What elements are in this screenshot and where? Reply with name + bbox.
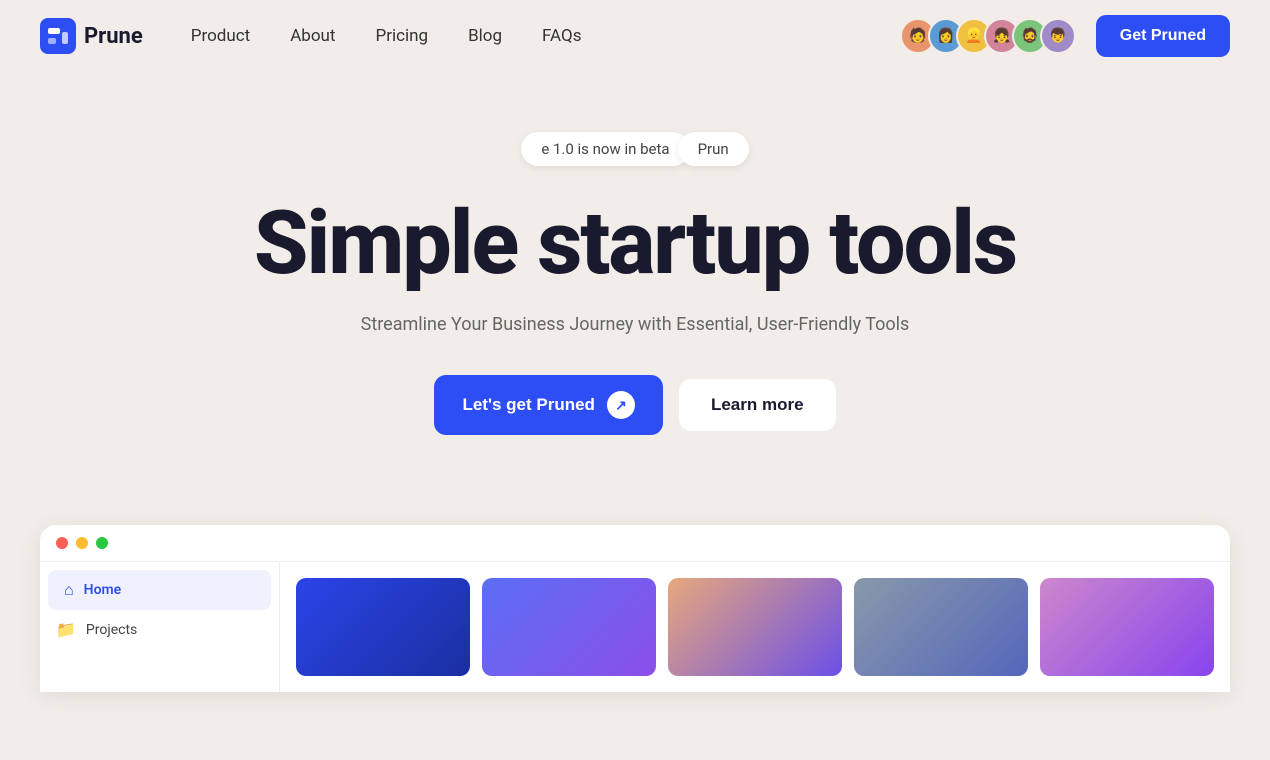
- app-titlebar: [40, 525, 1230, 562]
- beta-badge-left: e 1.0 is now in beta: [521, 132, 689, 166]
- nav-item-faqs[interactable]: FAQs: [542, 26, 581, 46]
- cta-primary-button[interactable]: Let's get Pruned ↗: [434, 375, 663, 435]
- content-card-4: [854, 578, 1028, 676]
- avatar: 👦: [1040, 18, 1076, 54]
- logo-icon: [40, 18, 76, 54]
- content-card-5: [1040, 578, 1214, 676]
- content-card-1: [296, 578, 470, 676]
- cta-arrow-icon: ↗: [607, 391, 635, 419]
- logo-text: Prune: [84, 24, 143, 49]
- content-card-2: [482, 578, 656, 676]
- app-preview: ⌂ Home 📁 Projects: [40, 525, 1230, 692]
- logo-link[interactable]: Prune: [40, 18, 143, 54]
- nav-link-about[interactable]: About: [290, 26, 335, 46]
- navbar: Prune Product About Pricing Blog FAQs 🧑: [0, 0, 1270, 72]
- hero-title: Simple startup tools: [254, 198, 1016, 290]
- content-card-3: [668, 578, 842, 676]
- titlebar-dot-green: [96, 537, 108, 549]
- nav-link-blog[interactable]: Blog: [468, 26, 502, 46]
- folder-icon: 📁: [56, 620, 76, 639]
- hero-buttons: Let's get Pruned ↗ Learn more: [434, 375, 835, 435]
- sidebar-item-projects[interactable]: 📁 Projects: [40, 610, 279, 649]
- nav-item-blog[interactable]: Blog: [468, 26, 502, 46]
- home-icon: ⌂: [64, 580, 74, 600]
- titlebar-dot-yellow: [76, 537, 88, 549]
- nav-links: Product About Pricing Blog FAQs: [191, 26, 582, 46]
- app-body: ⌂ Home 📁 Projects: [40, 562, 1230, 692]
- beta-badge-right: Prun: [678, 132, 749, 166]
- nav-right: 🧑 👩 👱 👧 🧔 👦 Get Pruned: [900, 15, 1230, 57]
- nav-item-about[interactable]: About: [290, 26, 335, 46]
- nav-link-product[interactable]: Product: [191, 26, 250, 46]
- hero-subtitle: Streamline Your Business Journey with Es…: [361, 314, 910, 335]
- hero-section: e 1.0 is now in beta Prun Simple startup…: [0, 72, 1270, 475]
- nav-link-faqs[interactable]: FAQs: [542, 26, 581, 46]
- app-sidebar: ⌂ Home 📁 Projects: [40, 562, 280, 692]
- beta-badge-container: e 1.0 is now in beta Prun: [521, 132, 748, 166]
- avatar-group: 🧑 👩 👱 👧 🧔 👦: [900, 18, 1076, 54]
- nav-left: Prune Product About Pricing Blog FAQs: [40, 18, 582, 54]
- get-pruned-button[interactable]: Get Pruned: [1096, 15, 1230, 57]
- cta-secondary-button[interactable]: Learn more: [679, 379, 836, 431]
- titlebar-dot-red: [56, 537, 68, 549]
- app-content: [280, 562, 1230, 692]
- sidebar-item-home[interactable]: ⌂ Home: [48, 570, 271, 610]
- nav-link-pricing[interactable]: Pricing: [375, 26, 428, 46]
- nav-item-pricing[interactable]: Pricing: [375, 26, 428, 46]
- nav-item-product[interactable]: Product: [191, 26, 250, 46]
